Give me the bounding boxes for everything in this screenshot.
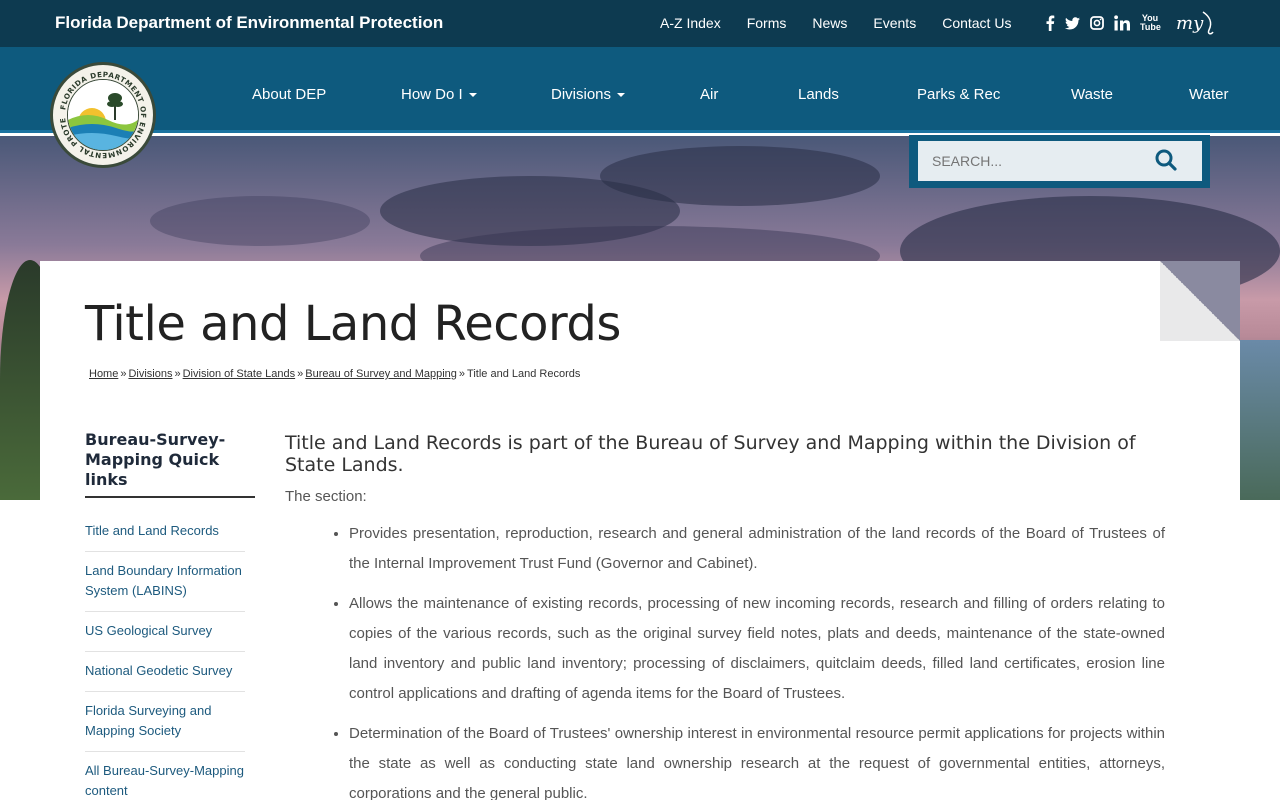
breadcrumb: Home» Divisions» Division of State Lands» B… [89, 368, 581, 380]
utility-link-events[interactable]: Events [873, 15, 916, 31]
sidebar-item-labins: Land Boundary Information System (LABINS… [85, 552, 245, 612]
sidebar-link[interactable]: All Bureau-Survey-Mapping content [85, 763, 244, 798]
breadcrumb-bureau-of-survey-and-mapping[interactable]: Bureau of Survey and Mapping [305, 368, 457, 380]
sidebar: Bureau-Survey-Mapping Quick links Title … [85, 430, 255, 800]
sidebar-link[interactable]: National Geodetic Survey [85, 663, 232, 678]
search-bar [909, 135, 1210, 188]
nav-item-label: Lands [798, 86, 839, 103]
facebook-icon[interactable] [1045, 15, 1055, 31]
nav-item-waste[interactable]: Waste [1071, 86, 1113, 103]
list-item: Determination of the Board of Trustees' … [349, 719, 1165, 800]
nav-item-divisions[interactable]: Divisions [551, 86, 626, 103]
search-icon[interactable] [1155, 149, 1177, 171]
nav-item-label: Air [700, 86, 719, 103]
page-fold [1160, 261, 1240, 341]
nav-item-water[interactable]: Water [1189, 86, 1228, 103]
list-item: Provides presentation, reproduction, res… [349, 519, 1165, 579]
youtube-label: You Tube [1140, 13, 1161, 32]
utility-links: A-Z Index Forms News Events Contact Us [660, 15, 1037, 31]
utility-link-az-index[interactable]: A-Z Index [660, 15, 721, 31]
sidebar-list: Title and Land Records Land Boundary Inf… [85, 512, 245, 800]
sidebar-heading: Bureau-Survey-Mapping Quick links [85, 430, 255, 498]
breadcrumb-division-of-state-lands[interactable]: Division of State Lands [183, 368, 296, 380]
nav-item-label: Waste [1071, 86, 1113, 103]
twitter-icon[interactable] [1065, 16, 1080, 30]
sidebar-link[interactable]: US Geological Survey [85, 623, 212, 638]
nav-item-label: How Do I [401, 86, 463, 103]
main-content: Title and Land Records is part of the Bu… [285, 432, 1165, 800]
caret-down-icon [617, 93, 626, 98]
sidebar-item-florida-surveying-mapping-society: Florida Surveying and Mapping Society [85, 692, 245, 752]
sidebar-link[interactable]: Land Boundary Information System (LABINS… [85, 563, 242, 598]
myflorida-icon[interactable]: my [1176, 10, 1215, 36]
utility-link-contact-us[interactable]: Contact Us [942, 15, 1011, 31]
sidebar-item-national-geodetic-survey: National Geodetic Survey [85, 652, 245, 692]
social-links: You Tube my [1045, 10, 1225, 36]
nav-item-label: Parks & Rec [917, 86, 1001, 103]
nav-item-parks-rec[interactable]: Parks & Rec [917, 86, 1000, 103]
main-nav: About DEP How Do I Divisions Air Lands P… [0, 47, 1280, 133]
site-title[interactable]: Florida Department of Environmental Prot… [55, 13, 443, 33]
breadcrumb-divisions[interactable]: Divisions [128, 368, 172, 380]
utility-link-news[interactable]: News [812, 15, 847, 31]
section-label: The section: [285, 488, 367, 505]
nav-item-lands[interactable]: Lands [798, 86, 839, 103]
page-title: Title and Land Records [85, 296, 621, 352]
list-item: Allows the maintenance of existing recor… [349, 589, 1165, 709]
sidebar-item-us-geological-survey: US Geological Survey [85, 612, 245, 652]
youtube-icon[interactable]: You Tube [1140, 13, 1161, 32]
sidebar-item-all-content: All Bureau-Survey-Mapping content [85, 752, 245, 800]
myflorida-label: my [1176, 12, 1204, 34]
dep-logo[interactable]: FLORIDA DEPARTMENT OF ENVIRONMENTAL PROT… [50, 62, 156, 168]
utility-link-forms[interactable]: Forms [747, 15, 787, 31]
logo-emblem [67, 79, 139, 151]
nav-item-about-dep[interactable]: About DEP [252, 86, 326, 103]
breadcrumb-home[interactable]: Home [89, 368, 118, 380]
sidebar-link[interactable]: Title and Land Records [85, 523, 219, 538]
breadcrumb-current: Title and Land Records [467, 368, 581, 380]
lead-paragraph: Title and Land Records is part of the Bu… [285, 432, 1136, 476]
linkedin-icon[interactable] [1114, 15, 1130, 31]
sidebar-item-title-and-land-records: Title and Land Records [85, 512, 245, 552]
bullet-list: Provides presentation, reproduction, res… [285, 519, 1165, 800]
nav-item-label: Water [1189, 86, 1229, 103]
caret-down-icon [468, 93, 477, 98]
sidebar-link[interactable]: Florida Surveying and Mapping Society [85, 703, 211, 738]
instagram-icon[interactable] [1090, 16, 1104, 30]
top-bar: Florida Department of Environmental Prot… [0, 0, 1280, 47]
nav-item-label: Divisions [551, 86, 612, 103]
nav-item-how-do-i[interactable]: How Do I [401, 86, 477, 103]
nav-item-label: About DEP [252, 86, 327, 103]
nav-item-air[interactable]: Air [700, 86, 718, 103]
